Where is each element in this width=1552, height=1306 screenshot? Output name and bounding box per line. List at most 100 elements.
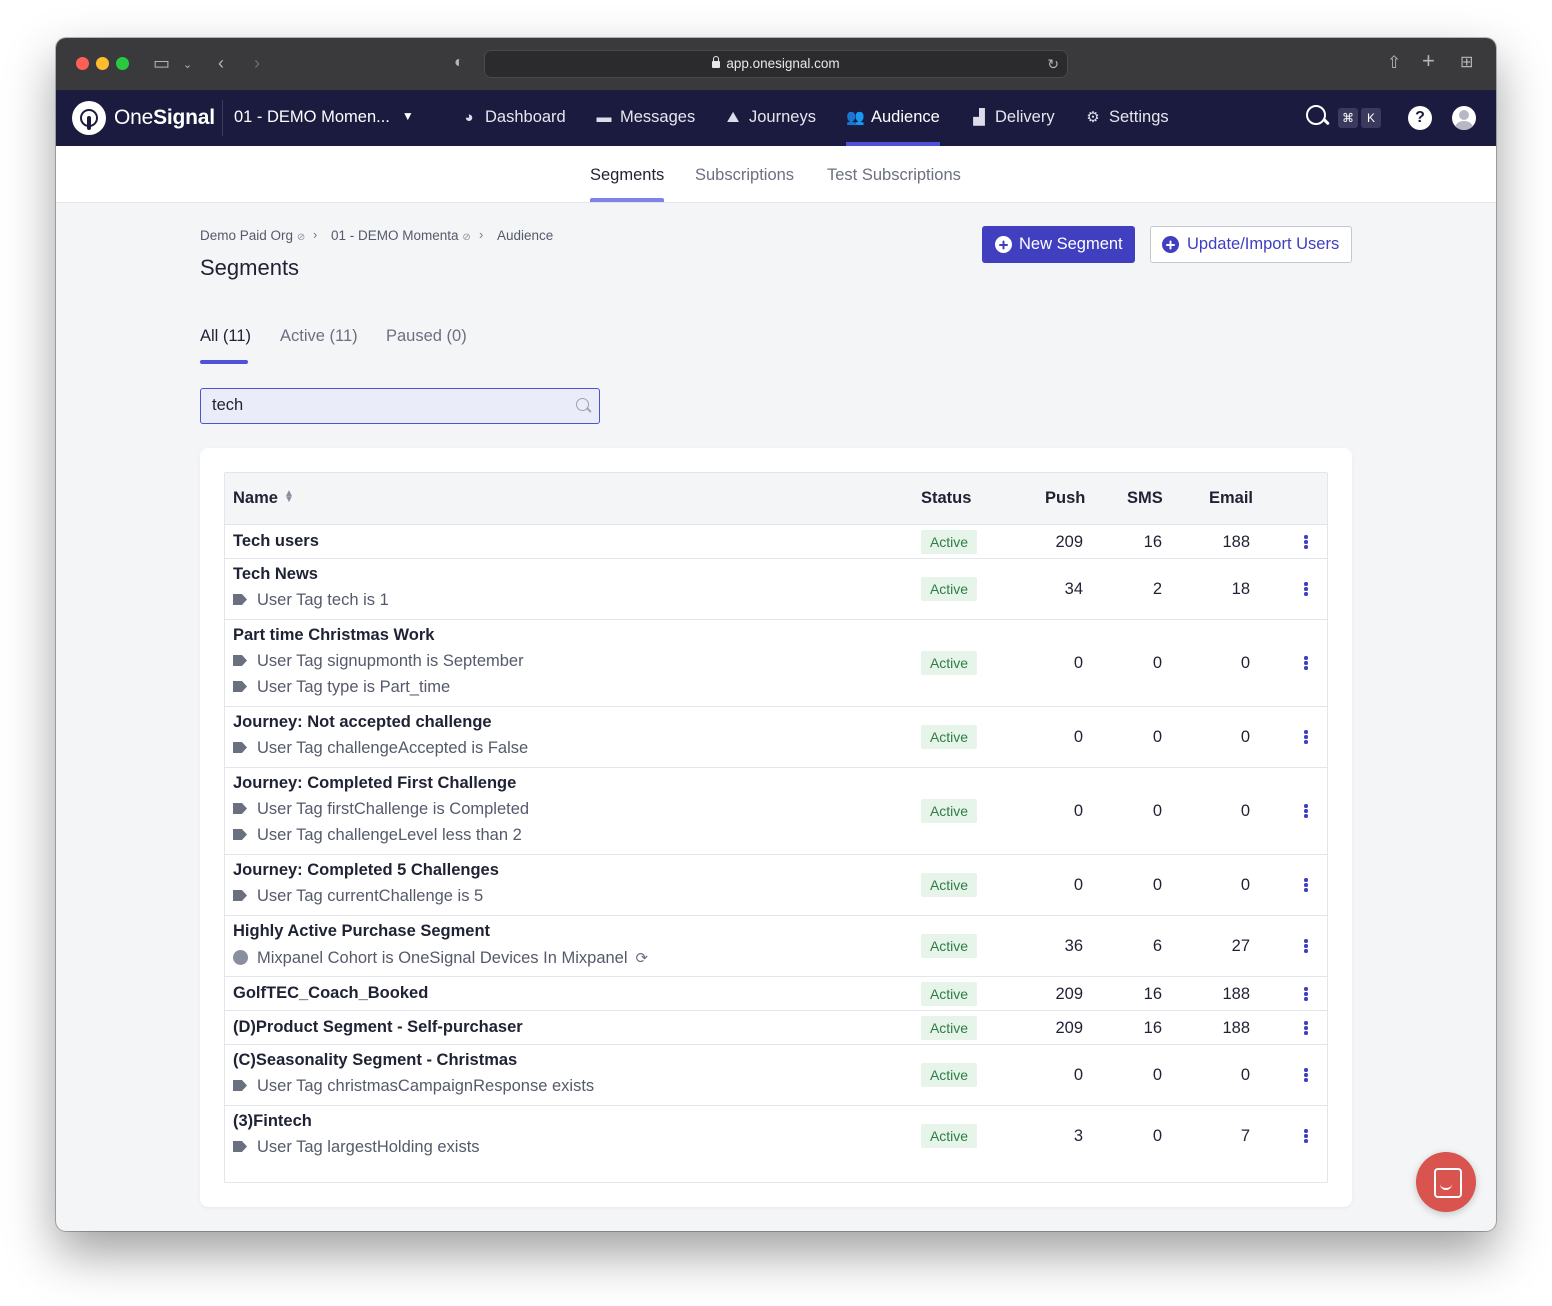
column-name[interactable]: Name▲▼ (233, 489, 294, 508)
table-row[interactable]: Journey: Completed 5 Challenges User Tag… (225, 855, 1327, 916)
segment-name[interactable]: (C)Seasonality Segment - Christmas (233, 1051, 517, 1070)
zoom-window-button[interactable] (116, 57, 129, 70)
search-icon[interactable] (1306, 105, 1328, 127)
table-row[interactable]: (D)Product Segment - Self-purchaser Acti… (225, 1011, 1327, 1045)
column-sms: SMS (1127, 489, 1163, 508)
segment-name[interactable]: Journey: Not accepted challenge (233, 713, 492, 732)
row-menu-icon[interactable] (1304, 1068, 1308, 1082)
tab-subscriptions[interactable]: Subscriptions (695, 166, 794, 185)
breadcrumb-org[interactable]: Demo Paid Org ⊘ (200, 228, 305, 243)
update-import-users-button[interactable]: Update/Import Users (1150, 226, 1352, 263)
tab-segments[interactable]: Segments (590, 166, 664, 185)
table-row[interactable]: Journey: Completed First Challenge User … (225, 768, 1327, 855)
sidebar-toggle-icon[interactable]: ▭ (153, 52, 170, 74)
row-menu-icon[interactable] (1304, 1021, 1308, 1035)
tag-icon (233, 1080, 247, 1091)
filter-active[interactable]: Active (11) (280, 327, 358, 346)
nav-audience[interactable]: 👥Audience (846, 108, 940, 127)
row-menu-icon[interactable] (1304, 939, 1308, 953)
segment-name[interactable]: Highly Active Purchase Segment (233, 922, 490, 941)
email-count: 27 (1185, 937, 1250, 956)
segment-name[interactable]: (D)Product Segment - Self-purchaser (233, 1018, 523, 1037)
segment-rule: Mixpanel Cohort is OneSignal Devices In … (233, 948, 648, 968)
sort-icon[interactable]: ▲▼ (284, 491, 294, 503)
row-menu-icon[interactable] (1304, 878, 1308, 892)
table-row[interactable]: Tech users Active 209 16 188 (225, 525, 1327, 559)
table-row[interactable]: (3)Fintech User Tag largestHolding exist… (225, 1106, 1327, 1167)
table-row[interactable]: (C)Seasonality Segment - Christmas User … (225, 1045, 1327, 1106)
segment-name[interactable]: GolfTEC_Coach_Booked (233, 984, 428, 1003)
push-count: 209 (1025, 985, 1083, 1004)
breadcrumb-app[interactable]: 01 - DEMO Momenta ⊘ (331, 228, 471, 243)
nav-messages[interactable]: ▬Messages (595, 108, 695, 127)
email-count: 0 (1185, 1066, 1250, 1085)
address-bar[interactable]: app.onesignal.com ↻ (484, 50, 1068, 78)
nav-delivery[interactable]: ▟Delivery (970, 108, 1055, 127)
journeys-icon: ⛰ (724, 109, 742, 126)
new-segment-button[interactable]: New Segment (982, 226, 1135, 263)
table-row[interactable]: Journey: Not accepted challenge User Tag… (225, 707, 1327, 768)
table-row[interactable]: Highly Active Purchase Segment Mixpanel … (225, 916, 1327, 977)
status-badge: Active (921, 1124, 977, 1148)
segment-rule: User Tag challengeLevel less than 2 (233, 826, 522, 845)
onesignal-logo-icon[interactable] (72, 101, 106, 135)
table-row[interactable]: Part time Christmas Work User Tag signup… (225, 620, 1327, 707)
email-count: 0 (1185, 728, 1250, 747)
sync-icon[interactable]: ⟳ (636, 949, 649, 967)
push-count: 0 (1025, 802, 1083, 821)
segment-name[interactable]: Journey: Completed 5 Challenges (233, 861, 499, 880)
table-row[interactable]: GolfTEC_Coach_Booked Active 209 16 188 (225, 977, 1327, 1011)
segment-name[interactable]: Part time Christmas Work (233, 626, 434, 645)
segment-rule: User Tag challengeAccepted is False (233, 739, 528, 758)
sms-count: 2 (1105, 580, 1162, 599)
row-menu-icon[interactable] (1304, 582, 1308, 596)
email-count: 0 (1185, 654, 1250, 673)
active-tab-indicator (590, 198, 664, 202)
tag-icon (233, 1141, 247, 1152)
row-menu-icon[interactable] (1304, 804, 1308, 818)
segment-name[interactable]: (3)Fintech (233, 1112, 312, 1131)
filter-paused[interactable]: Paused (0) (386, 327, 467, 346)
new-tab-icon[interactable]: + (1422, 50, 1435, 72)
column-status: Status (921, 489, 971, 508)
segment-name[interactable]: Tech News (233, 565, 318, 584)
search-input[interactable] (212, 389, 552, 422)
table-header: Name▲▼ Status Push SMS Email (225, 473, 1327, 525)
push-count: 209 (1025, 1019, 1083, 1038)
nav-dashboard[interactable]: ◕Dashboard (460, 108, 566, 127)
help-icon[interactable]: ? (1408, 106, 1432, 130)
plus-circle-icon (995, 236, 1012, 253)
row-menu-icon[interactable] (1304, 535, 1308, 549)
segment-rule: User Tag christmasCampaignResponse exist… (233, 1077, 594, 1096)
row-menu-icon[interactable] (1304, 1129, 1308, 1143)
filter-all[interactable]: All (11) (200, 327, 251, 346)
link-icon: ⊘ (297, 232, 305, 243)
table-row[interactable]: Tech News User Tag tech is 1 Active 34 2… (225, 559, 1327, 620)
share-icon[interactable]: ⇧ (1387, 52, 1401, 74)
column-email: Email (1209, 489, 1253, 508)
nav-journeys[interactable]: ⛰Journeys (724, 108, 816, 127)
forward-icon[interactable]: › (254, 52, 260, 74)
row-menu-icon[interactable] (1304, 656, 1308, 670)
chat-support-button[interactable] (1416, 1152, 1476, 1212)
segment-name[interactable]: Tech users (233, 532, 319, 551)
tab-test-subscriptions[interactable]: Test Subscriptions (827, 166, 961, 185)
segment-name[interactable]: Journey: Completed First Challenge (233, 774, 516, 793)
tab-overview-icon[interactable]: ⊞ (1460, 52, 1473, 74)
row-menu-icon[interactable] (1304, 987, 1308, 1001)
tag-icon (233, 829, 247, 840)
privacy-shield-icon[interactable]: ◐ (454, 52, 464, 74)
reload-icon[interactable]: ↻ (1047, 51, 1059, 77)
segment-rule: User Tag firstChallenge is Completed (233, 800, 529, 819)
close-window-button[interactable] (76, 57, 89, 70)
search-icon[interactable] (576, 398, 592, 414)
back-icon[interactable]: ‹ (218, 52, 224, 74)
minimize-window-button[interactable] (96, 57, 109, 70)
nav-settings[interactable]: ⚙Settings (1084, 108, 1169, 127)
push-count: 0 (1025, 1066, 1083, 1085)
chevron-down-icon[interactable]: ⌄ (183, 54, 192, 76)
avatar[interactable] (1452, 106, 1476, 130)
row-menu-icon[interactable] (1304, 730, 1308, 744)
push-count: 0 (1025, 876, 1083, 895)
app-selector[interactable]: 01 - DEMO Momen...▼ (234, 108, 414, 127)
